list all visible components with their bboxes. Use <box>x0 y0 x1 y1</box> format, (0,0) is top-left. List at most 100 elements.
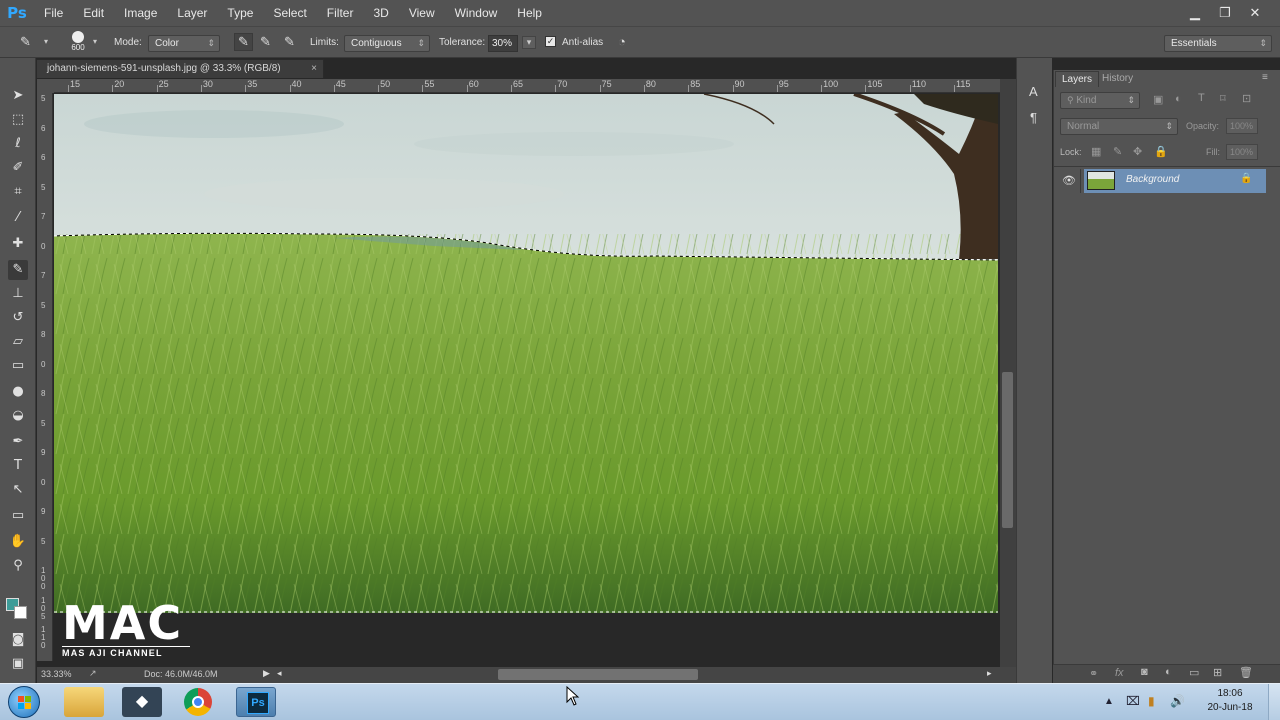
path-selection-tool-icon[interactable]: ↖ <box>8 480 28 500</box>
clone-stamp-tool-icon[interactable]: ⊥ <box>8 284 28 304</box>
adjustment-layer-icon[interactable]: ◐ <box>1165 666 1172 678</box>
lock-transparent-icon[interactable]: ▦ <box>1091 145 1101 158</box>
layer-kind-filter[interactable]: ⚲ Kind <box>1060 92 1140 109</box>
sampling-once-icon[interactable]: ✎ <box>260 34 271 50</box>
move-tool-icon[interactable]: ➤ <box>8 86 28 106</box>
menu-help[interactable]: Help <box>507 0 552 26</box>
quick-mask-icon[interactable]: ◙ <box>8 630 28 650</box>
antialias-checkbox[interactable]: ✓ <box>545 36 556 47</box>
pen-tool-icon[interactable]: ✒ <box>8 432 28 452</box>
tray-expand-icon[interactable]: ▲ <box>1104 696 1114 707</box>
panel-menu-icon[interactable]: ≡ <box>1262 72 1268 83</box>
document-tab[interactable]: johann-siemens-591-unsplash.jpg @ 33.3% … <box>36 59 324 78</box>
layer-row-background[interactable]: Background 🔒 <box>1084 169 1266 193</box>
opacity-input[interactable]: 100% <box>1226 118 1258 134</box>
restore-icon[interactable]: ❐ <box>1210 2 1240 24</box>
close-icon[interactable]: ✕ <box>1240 2 1270 24</box>
layer-visibility-eye-icon[interactable]: 👁 <box>1062 174 1076 187</box>
mode-select[interactable]: Color <box>148 35 220 52</box>
menu-edit[interactable]: Edit <box>73 0 114 26</box>
hand-tool-icon[interactable]: ✋ <box>8 532 28 552</box>
layer-style-icon[interactable]: fx <box>1115 667 1124 679</box>
lock-pixels-icon[interactable]: ✎ <box>1113 145 1122 158</box>
menu-file[interactable]: File <box>34 0 73 26</box>
lock-all-icon[interactable]: 🔒 <box>1154 145 1168 158</box>
image-canvas[interactable] <box>54 94 998 613</box>
color-replacement-tool-icon[interactable]: ✎ <box>8 260 28 280</box>
ruler-origin[interactable] <box>37 79 54 93</box>
add-mask-icon[interactable]: ◙ <box>1141 666 1148 678</box>
filter-adjustment-icon[interactable]: ◐ <box>1175 93 1182 105</box>
blend-mode-select[interactable]: Normal <box>1060 118 1178 135</box>
background-color-swatch[interactable] <box>14 606 27 619</box>
link-layers-icon[interactable]: ⚭ <box>1089 667 1098 680</box>
character-panel-icon[interactable]: A <box>1029 84 1038 99</box>
vectorizer-icon[interactable]: ◆ <box>122 687 162 717</box>
tray-device-icon[interactable]: ⌧ <box>1126 694 1140 708</box>
photoshop-taskbar-button[interactable]: Ps <box>236 687 276 717</box>
filter-shape-icon[interactable]: ⌑ <box>1220 92 1226 105</box>
type-tool-icon[interactable]: T <box>8 456 28 476</box>
blur-tool-icon[interactable]: ● <box>8 382 28 402</box>
zoom-tool-icon[interactable]: ⚲ <box>8 556 28 576</box>
close-document-icon[interactable]: × <box>311 60 317 78</box>
tab-history[interactable]: History <box>1096 71 1139 87</box>
status-menu-arrow-icon[interactable]: ▶ <box>263 668 270 679</box>
gradient-tool-icon[interactable]: ▭ <box>8 356 28 376</box>
menu-select[interactable]: Select <box>263 0 316 26</box>
tolerance-slider-dropdown-icon[interactable]: ▾ <box>522 36 536 49</box>
pressure-size-icon[interactable]: ◔ <box>618 34 626 49</box>
scroll-left-icon[interactable]: ◂ <box>277 668 282 679</box>
brush-dropdown-icon[interactable]: ▾ <box>93 37 97 46</box>
rectangle-tool-icon[interactable]: ▭ <box>8 506 28 526</box>
menu-image[interactable]: Image <box>114 0 167 26</box>
lock-position-icon[interactable]: ✥ <box>1133 145 1142 158</box>
crop-tool-icon[interactable]: ⌗ <box>8 182 28 202</box>
screen-mode-icon[interactable]: ▣ <box>8 654 28 674</box>
horizontal-scroll-thumb[interactable] <box>498 669 698 680</box>
tolerance-input[interactable]: 30% <box>488 35 518 52</box>
explorer-icon[interactable] <box>64 687 104 717</box>
marquee-tool-icon[interactable]: ⬚ <box>8 110 28 130</box>
eyedropper-tool-icon[interactable]: ⁄ <box>8 208 28 228</box>
new-layer-icon[interactable]: ⊞ <box>1213 666 1222 679</box>
workspace-select[interactable]: Essentials <box>1164 35 1272 52</box>
chrome-icon[interactable] <box>184 688 212 716</box>
color-replacement-brush-icon[interactable]: ✎ <box>20 34 31 50</box>
menu-filter[interactable]: Filter <box>317 0 364 26</box>
menu-view[interactable]: View <box>399 0 445 26</box>
menu-type[interactable]: Type <box>217 0 263 26</box>
brush-preset-picker[interactable]: 600 <box>66 31 90 55</box>
tab-layers[interactable]: Layers <box>1055 71 1100 87</box>
zoom-level[interactable]: 33.33% <box>41 669 72 679</box>
menu-window[interactable]: Window <box>445 0 508 26</box>
eraser-tool-icon[interactable]: ▱ <box>8 332 28 352</box>
filter-pixel-icon[interactable]: ▣ <box>1153 93 1163 106</box>
minimize-icon[interactable]: ▁ <box>1180 2 1210 24</box>
dodge-tool-icon[interactable]: ◒ <box>8 406 28 426</box>
sampling-continuous-icon[interactable]: ✎ <box>234 33 253 51</box>
paragraph-panel-icon[interactable]: ¶ <box>1030 110 1037 125</box>
quick-selection-tool-icon[interactable]: ✐ <box>8 158 28 178</box>
menu-3d[interactable]: 3D <box>363 0 398 26</box>
sampling-background-swatch-icon[interactable]: ✎ <box>284 34 295 50</box>
system-clock[interactable]: 18:06 20-Jun-18 <box>1200 687 1260 715</box>
fill-input[interactable]: 100% <box>1226 144 1258 160</box>
vertical-scroll-thumb[interactable] <box>1002 372 1013 528</box>
tool-preset-dropdown-icon[interactable]: ▾ <box>44 37 48 46</box>
new-group-icon[interactable]: ▭ <box>1189 666 1199 679</box>
tray-network-icon[interactable]: ▮ <box>1148 694 1155 708</box>
menu-layer[interactable]: Layer <box>167 0 217 26</box>
delete-layer-icon[interactable]: 🗑 <box>1239 666 1253 679</box>
share-icon[interactable]: ↗ <box>89 668 97 679</box>
limits-select[interactable]: Contiguous <box>344 35 430 52</box>
lasso-tool-icon[interactable]: ℓ <box>8 134 28 154</box>
history-brush-tool-icon[interactable]: ↺ <box>8 308 28 328</box>
healing-brush-tool-icon[interactable]: ✚ <box>8 234 28 254</box>
show-desktop-button[interactable] <box>1268 684 1280 720</box>
scroll-right-icon[interactable]: ▸ <box>987 668 992 679</box>
start-icon[interactable] <box>8 686 40 718</box>
filter-type-icon[interactable]: T <box>1198 92 1205 104</box>
filter-smart-object-icon[interactable]: ⊡ <box>1242 92 1251 105</box>
tray-volume-icon[interactable]: 🔊 <box>1170 694 1185 708</box>
